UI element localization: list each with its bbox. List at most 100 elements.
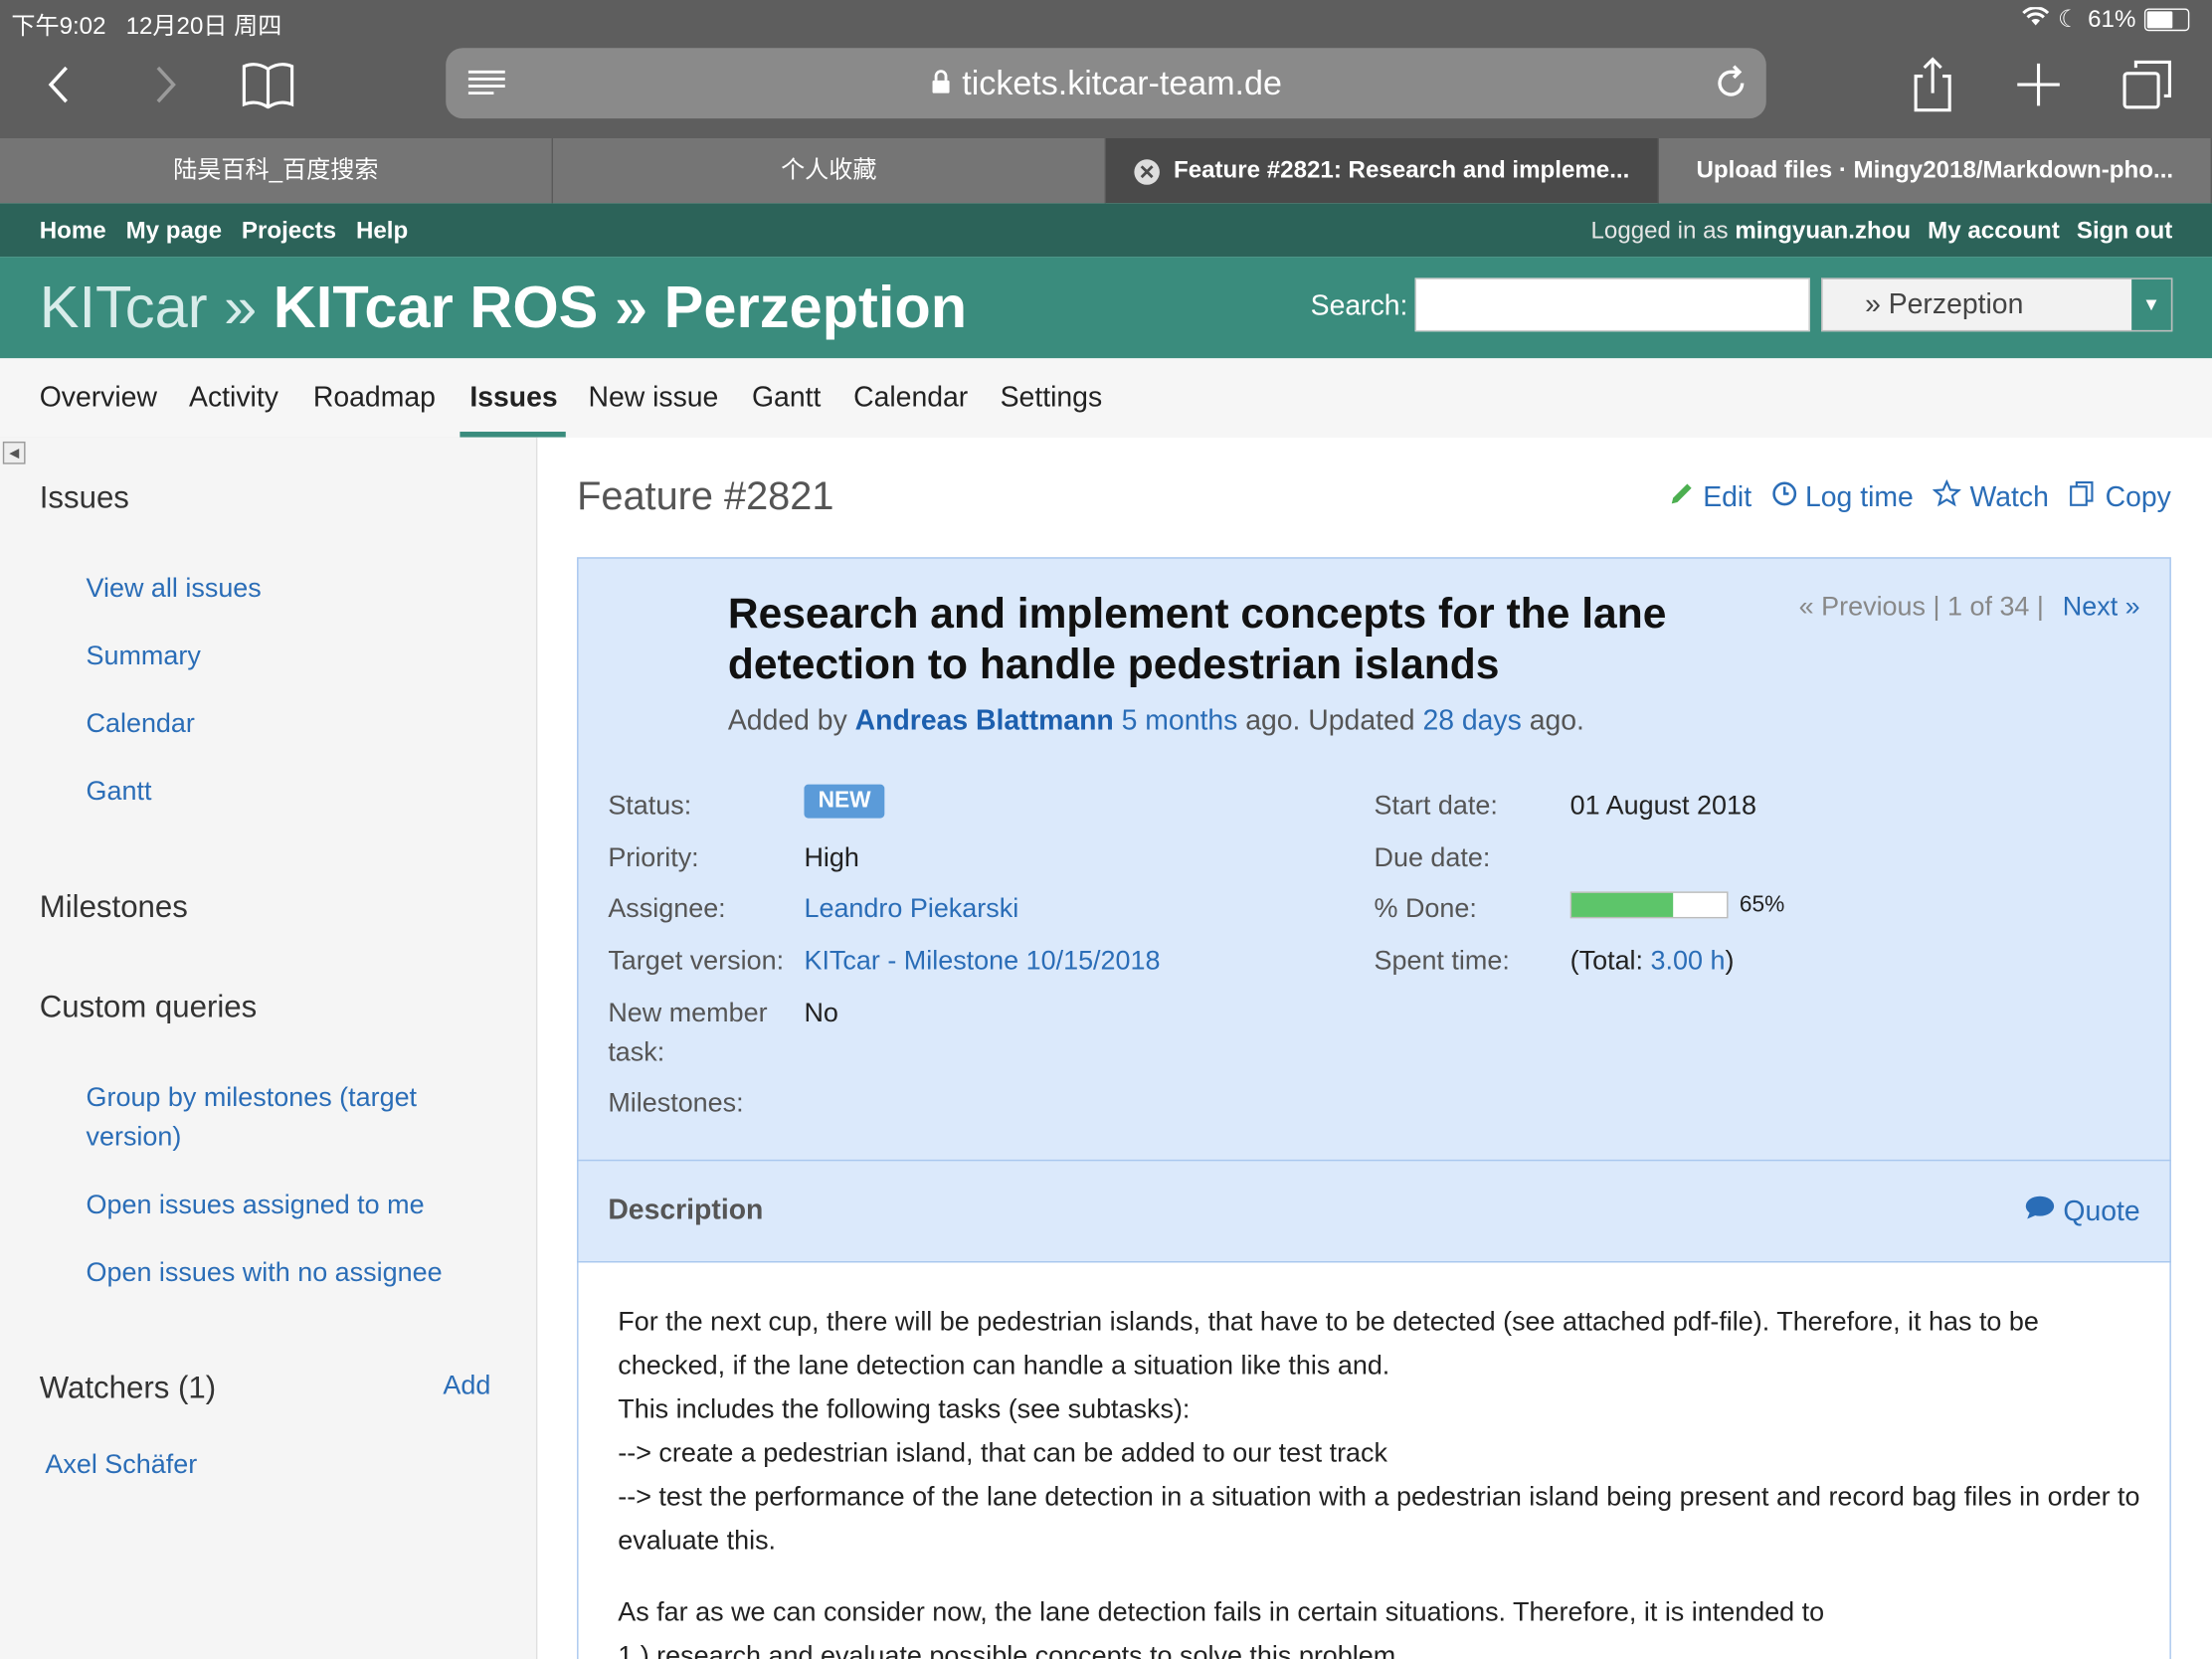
ago-updated-label: ago. Updated: [1245, 705, 1415, 737]
description-paragraph: For the next cup, there will be pedestri…: [618, 1307, 2039, 1382]
back-button[interactable]: [28, 54, 90, 115]
my-account-link[interactable]: My account: [1928, 217, 2060, 245]
search-input[interactable]: [1414, 277, 1810, 332]
issue-details-box: Research and implement concepts for the …: [577, 557, 2171, 1262]
tab-settings[interactable]: Settings: [1001, 382, 1102, 415]
comment-icon: [2024, 1195, 2055, 1228]
breadcrumb-kitcar[interactable]: KITcar »: [40, 274, 258, 340]
author-link[interactable]: Andreas Blattmann: [855, 705, 1114, 736]
tab-activity[interactable]: Activity: [189, 382, 278, 415]
done-label: % Done:: [1374, 894, 1477, 925]
watch-label: Watch: [1969, 481, 2049, 513]
breadcrumb-perzeption: Perzeption: [663, 274, 968, 340]
watcher-link[interactable]: Axel Schäfer: [45, 1450, 197, 1481]
tab-label: 陆昊百科_百度搜索: [173, 156, 379, 184]
sidebar-link-gantt[interactable]: Gantt: [87, 773, 152, 813]
priority-value: High: [804, 843, 859, 873]
issue-title: Feature #2821: [577, 473, 834, 518]
start-date-label: Start date:: [1374, 791, 1498, 822]
tab-calendar[interactable]: Calendar: [853, 382, 968, 415]
description-paragraph: --> create a pedestrian island, that can…: [618, 1438, 1388, 1469]
project-select-value: » Perzeption: [1865, 288, 2024, 320]
tab-roadmap[interactable]: Roadmap: [313, 382, 436, 415]
quote-button[interactable]: Quote: [2024, 1195, 2140, 1228]
bookmarks-button[interactable]: [237, 54, 298, 115]
sidebar-toggle-icon[interactable]: ◀: [2, 441, 26, 464]
sidebar-link-summary[interactable]: Summary: [87, 638, 201, 677]
sidebar-heading-watchers: Watchers (1): [39, 1370, 217, 1405]
address-bar[interactable]: tickets.kitcar-team.de: [446, 48, 1766, 119]
issue-position: | 1 of 34 |: [1933, 592, 2044, 623]
browser-chrome: 下午9:02 12月20日 周四 ☾ 61% tickets.kitcar-te…: [0, 0, 2212, 138]
spent-total-link[interactable]: 3.00 h: [1651, 947, 1726, 977]
add-watcher-link[interactable]: Add: [443, 1372, 490, 1402]
project-jump-select[interactable]: » Perzeption ▼: [1821, 277, 2173, 332]
pencil-icon: [1669, 481, 1695, 515]
top-menu-help[interactable]: Help: [356, 217, 408, 245]
tab-label: 个人收藏: [781, 156, 877, 184]
new-tab-button[interactable]: [2007, 54, 2069, 115]
updated-ago-link[interactable]: 28 days: [1422, 705, 1521, 736]
search-label: Search:: [1310, 290, 1408, 322]
spent-total-prefix: (Total:: [1569, 946, 1644, 977]
share-button[interactable]: [1902, 54, 1963, 115]
log-time-button[interactable]: Log time: [1771, 479, 1914, 516]
browser-tab-feature[interactable]: ✕ Feature #2821: Research and impleme...: [1106, 138, 1659, 204]
created-ago-link[interactable]: 5 months: [1122, 705, 1238, 736]
description-paragraph: --> test the performance of the lane det…: [618, 1482, 2140, 1557]
new-member-task-value: No: [804, 999, 838, 1028]
watch-button[interactable]: Watch: [1933, 478, 2049, 516]
description-paragraph: 1.) research and evaluate possible conce…: [618, 1641, 1396, 1659]
next-issue-link[interactable]: Next »: [2063, 593, 2140, 623]
browser-tab-upload[interactable]: Upload files · Mingy2018/Markdown-pho...: [1659, 138, 2212, 204]
close-tab-icon[interactable]: ✕: [1134, 158, 1160, 185]
added-by-label: Added by: [727, 705, 847, 737]
logged-in-as: Logged in as mingyuan.zhou: [1590, 217, 1911, 245]
done-progress-fill: [1571, 892, 1673, 917]
assignee-link[interactable]: Leandro Piekarski: [804, 894, 1018, 925]
edit-button[interactable]: Edit: [1669, 479, 1751, 516]
tab-overview[interactable]: Overview: [40, 382, 157, 415]
current-user-link[interactable]: mingyuan.zhou: [1735, 217, 1911, 244]
forward-button[interactable]: [134, 54, 196, 115]
tab-label: Upload files · Mingy2018/Markdown-pho...: [1696, 156, 2174, 184]
spent-total-suffix: ): [1725, 946, 1735, 977]
browser-tab-baidu[interactable]: 陆昊百科_百度搜索: [0, 138, 553, 204]
sidebar-link-calendar[interactable]: Calendar: [87, 705, 195, 745]
sidebar-query-assigned-to-me[interactable]: Open issues assigned to me: [87, 1187, 425, 1226]
description-body: For the next cup, there will be pedestri…: [577, 1261, 2171, 1659]
tab-issues[interactable]: Issues: [469, 382, 557, 415]
sidebar-heading-custom-queries: Custom queries: [39, 989, 258, 1024]
project-breadcrumb: KITcar » KITcar ROS » Perzeption: [40, 274, 967, 341]
top-menu-my-page[interactable]: My page: [126, 217, 222, 245]
description-paragraph: As far as we can consider now, the lane …: [618, 1598, 1825, 1628]
sidebar-link-view-all-issues[interactable]: View all issues: [87, 570, 262, 610]
status-time: 下午9:02: [11, 12, 106, 40]
tab-gantt[interactable]: Gantt: [752, 382, 821, 415]
reload-icon[interactable]: [1713, 64, 1750, 110]
quote-label: Quote: [2063, 1196, 2140, 1227]
battery-percent: 61%: [2088, 5, 2136, 33]
browser-tab-favorites[interactable]: 个人收藏: [553, 138, 1106, 204]
moon-icon: ☾: [2057, 5, 2080, 33]
new-member-task-label-cont: task:: [608, 1037, 665, 1068]
top-menu-home[interactable]: Home: [40, 217, 106, 245]
status-indicators: ☾ 61%: [2021, 5, 2190, 34]
sidebar-heading-milestones: Milestones: [39, 888, 188, 925]
spent-time-value: (Total: 3.00 h): [1570, 947, 1735, 978]
issue-content: Feature #2821 Edit Log time Watch Copy R…: [537, 437, 2212, 1659]
target-version-link[interactable]: KITcar - Milestone 10/15/2018: [804, 947, 1160, 978]
breadcrumb-kitcar-ros[interactable]: KITcar ROS »: [274, 274, 647, 340]
top-menu-projects[interactable]: Projects: [242, 217, 336, 245]
sign-out-link[interactable]: Sign out: [2077, 217, 2172, 245]
sidebar-query-no-assignee[interactable]: Open issues with no assignee: [87, 1254, 443, 1294]
sidebar-query-group-by-milestones[interactable]: Group by milestones (target version): [87, 1079, 467, 1158]
status-time-date: 下午9:02 12月20日 周四: [11, 6, 281, 41]
logged-in-label: Logged in as: [1590, 217, 1729, 245]
tab-new-issue[interactable]: New issue: [588, 382, 718, 415]
ago-label: ago.: [1529, 705, 1584, 737]
top-menu: Home My page Projects Help Logged in as …: [0, 203, 2212, 258]
target-version-label: Target version:: [608, 946, 785, 977]
tabs-overview-button[interactable]: [2117, 54, 2178, 115]
copy-button[interactable]: Copy: [2069, 479, 2171, 516]
